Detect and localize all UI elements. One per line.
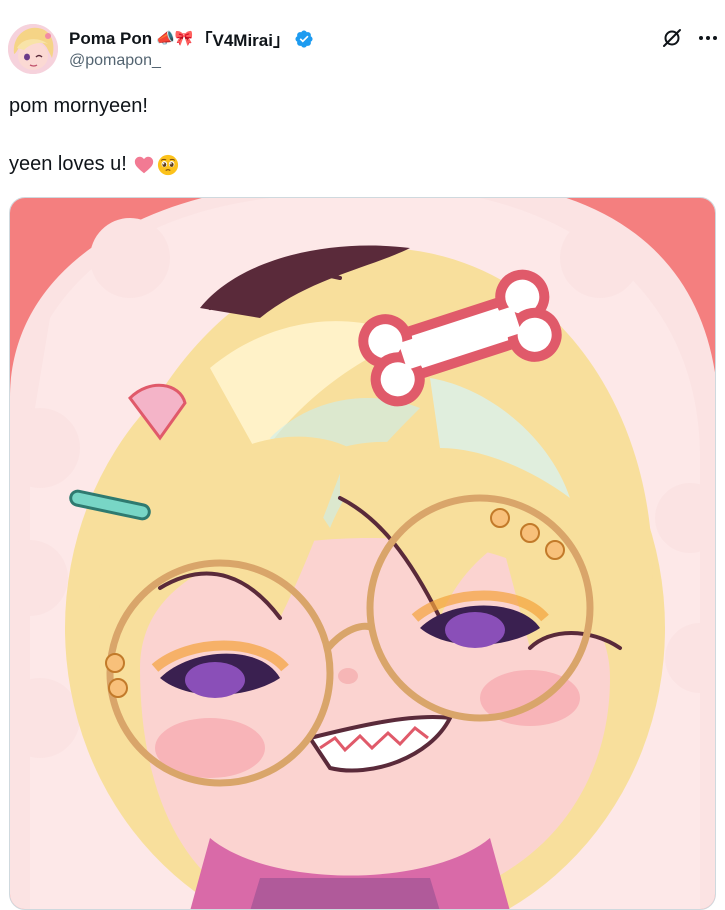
tweet-text: yeen loves u! xyxy=(9,153,127,175)
avatar[interactable] xyxy=(8,24,58,74)
tweet-text: pom mornyeen! xyxy=(9,95,148,117)
more-options-icon[interactable] xyxy=(696,26,720,50)
author-handle[interactable]: @pomapon_ xyxy=(69,52,161,70)
avatar-image xyxy=(8,24,58,74)
grok-icon[interactable] xyxy=(660,26,684,50)
tweet-text-line-2: yeen loves u! xyxy=(9,153,179,176)
tweet-media-image[interactable] xyxy=(9,197,716,910)
display-name[interactable]: Poma Pon xyxy=(69,29,152,49)
pink-heart-emoji xyxy=(133,154,155,176)
author-name-row[interactable]: Poma Pon 📣🎀 「V4Mirai」 xyxy=(69,26,314,51)
tweet-text-line-1: pom mornyeen! xyxy=(9,95,148,118)
name-tag: 「V4Mirai」 xyxy=(195,31,290,50)
verified-badge-icon[interactable] xyxy=(294,29,314,49)
tweet: Poma Pon 📣🎀 「V4Mirai」 @pomapon_ pom morn… xyxy=(0,0,725,910)
pleading-face-emoji xyxy=(157,154,179,176)
character-illustration xyxy=(10,198,715,909)
name-emojis: 📣🎀 xyxy=(156,30,194,47)
